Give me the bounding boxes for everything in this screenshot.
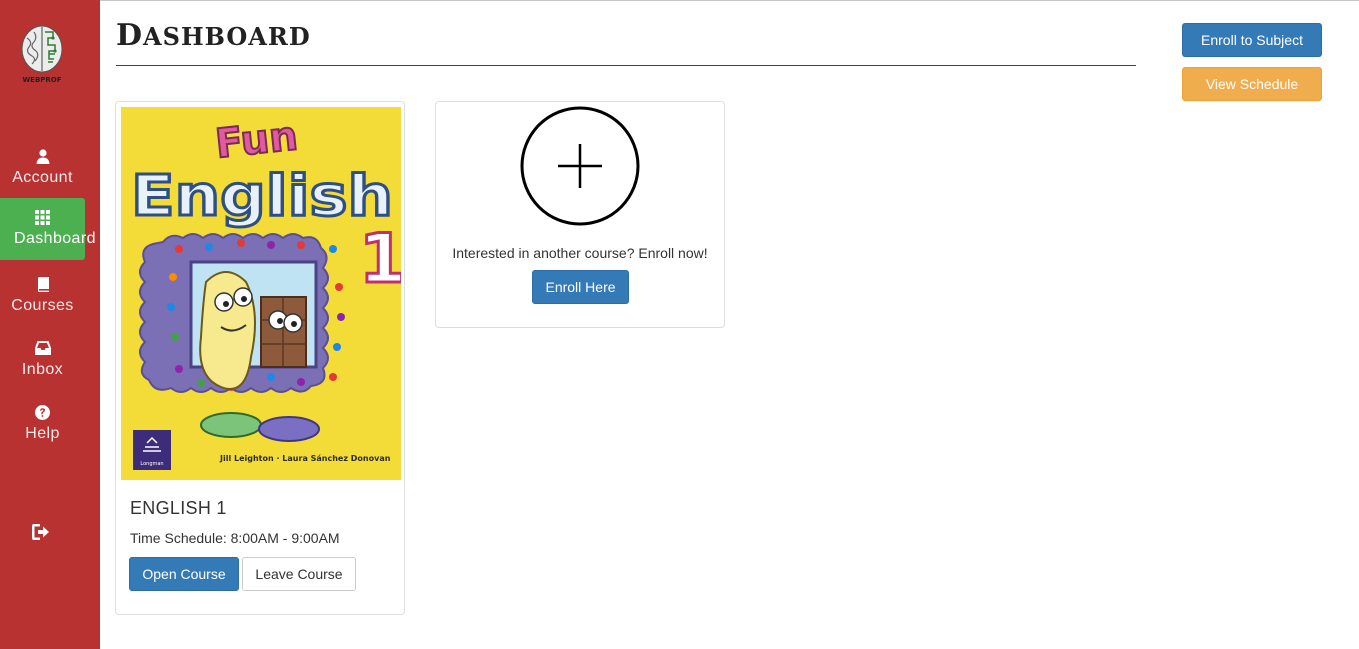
user-icon <box>0 148 85 164</box>
leave-course-button[interactable]: Leave Course <box>242 557 356 591</box>
sidebar-item-label: Courses <box>11 297 74 314</box>
top-border <box>0 0 1359 1</box>
book-icon <box>0 276 85 292</box>
page-title-initial: D <box>116 18 144 53</box>
cover-publisher: Longman <box>140 461 163 467</box>
course-title: ENGLISH 1 <box>130 498 227 518</box>
logo-text: WEBPROF <box>22 76 61 84</box>
page-title-rest: ASHBOARD <box>143 22 311 51</box>
sidebar: WEBPROF Account Dashboard Courses Inbox <box>0 0 100 649</box>
cover-title-line1: Fun <box>213 113 300 167</box>
enroll-to-subject-button[interactable]: Enroll to Subject <box>1182 23 1322 57</box>
sidebar-item-label: Inbox <box>21 361 64 378</box>
sidebar-item-label: Account <box>12 169 73 186</box>
sidebar-item-label: Help <box>25 425 60 442</box>
cover-authors: Jill Leighton · Laura Sánchez Donovan <box>219 454 391 463</box>
view-schedule-button[interactable]: View Schedule <box>1182 67 1322 101</box>
sidebar-item-dashboard[interactable]: Dashboard <box>0 198 95 260</box>
sidebar-item-inbox[interactable]: Inbox <box>0 334 85 396</box>
course-schedule: Time Schedule: 8:00AM - 9:00AM <box>130 530 340 546</box>
webprof-logo[interactable]: WEBPROF <box>19 24 65 84</box>
enroll-here-button[interactable]: Enroll Here <box>532 270 629 304</box>
logout-icon[interactable] <box>32 524 52 542</box>
inbox-icon <box>0 340 85 356</box>
course-card: Fun English 1 Longman Jill Leighton · La… <box>115 101 405 615</box>
grid-icon <box>0 209 85 225</box>
enroll-prompt: Interested in another course? Enroll now… <box>452 245 708 261</box>
course-cover-image: Fun English 1 Longman Jill Leighton · La… <box>121 107 401 480</box>
open-course-button[interactable]: Open Course <box>129 557 239 591</box>
cover-title-line2: English <box>131 164 393 229</box>
sidebar-item-account[interactable]: Account <box>0 142 85 204</box>
cover-title-number: 1 <box>359 220 401 299</box>
sidebar-item-help[interactable]: Help <box>0 398 85 460</box>
enroll-card: Interested in another course? Enroll now… <box>435 101 725 328</box>
sidebar-item-label: Dashboard <box>14 230 96 247</box>
page-title: DASHBOARD <box>116 18 311 53</box>
add-course-icon[interactable] <box>520 106 640 226</box>
title-divider <box>116 65 1136 66</box>
sidebar-item-courses[interactable]: Courses <box>0 270 85 332</box>
question-circle-icon <box>0 404 85 420</box>
